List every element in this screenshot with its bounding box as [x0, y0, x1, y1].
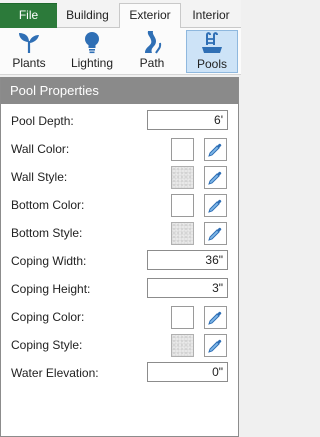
coping-style-label: Coping Style: [11, 338, 83, 352]
coping-color-picker[interactable] [204, 306, 227, 329]
eyedropper-icon [208, 143, 222, 157]
wall-style-swatch[interactable] [171, 166, 194, 189]
wall-color-label: Wall Color: [11, 142, 70, 156]
ribbon-toolbar: Plants Lighting Path Pools [0, 28, 241, 75]
wall-color-picker[interactable] [204, 138, 227, 161]
wall-style-picker[interactable] [204, 166, 227, 189]
eyedropper-icon [208, 311, 222, 325]
eyedropper-icon [208, 339, 222, 353]
bottom-style-swatch[interactable] [171, 222, 194, 245]
lighting-label: Lighting [70, 56, 114, 70]
eyedropper-icon [208, 171, 222, 185]
coping-color-swatch[interactable] [171, 306, 194, 329]
pool-depth-label: Pool Depth: [11, 114, 74, 128]
pool-ladder-icon [202, 32, 222, 53]
bottom-color-swatch[interactable] [171, 194, 194, 217]
pools-label: Pools [196, 57, 228, 71]
plants-button[interactable]: Plants [4, 30, 54, 73]
coping-height-label: Coping Height: [11, 282, 91, 296]
tab-exterior[interactable]: Exterior [119, 3, 181, 29]
bottom-color-picker[interactable] [204, 194, 227, 217]
wall-color-swatch[interactable] [171, 138, 194, 161]
coping-style-picker[interactable] [204, 334, 227, 357]
eyedropper-icon [208, 199, 222, 213]
eyedropper-icon [208, 227, 222, 241]
tab-file[interactable]: File [0, 3, 57, 28]
tab-interior[interactable]: Interior [181, 4, 241, 28]
bottom-style-label: Bottom Style: [11, 226, 83, 240]
path-button[interactable]: Path [124, 30, 180, 73]
plants-label: Plants [12, 56, 46, 70]
coping-color-label: Coping Color: [11, 310, 85, 324]
pool-depth-input[interactable]: 6' [147, 110, 228, 130]
lighting-button[interactable]: Lighting [64, 30, 120, 73]
pools-button[interactable]: Pools [186, 30, 238, 73]
water-elevation-label: Water Elevation: [11, 366, 99, 380]
pool-properties-panel: Pool Properties Pool Depth: 6' Wall Colo… [0, 77, 239, 437]
wall-style-label: Wall Style: [11, 170, 68, 184]
sprout-icon [19, 33, 39, 53]
coping-width-label: Coping Width: [11, 254, 87, 268]
path-label: Path [139, 56, 165, 70]
panel-title: Pool Properties [1, 77, 238, 104]
bottom-color-label: Bottom Color: [11, 198, 85, 212]
coping-width-input[interactable]: 36" [147, 250, 228, 270]
coping-height-input[interactable]: 3" [147, 278, 228, 298]
water-elevation-input[interactable]: 0" [147, 362, 228, 382]
coping-style-swatch[interactable] [171, 334, 194, 357]
path-icon [145, 31, 162, 54]
ribbon-tab-strip: File Building Exterior Interior [0, 0, 241, 29]
lightbulb-icon [85, 32, 99, 54]
bottom-style-picker[interactable] [204, 222, 227, 245]
tab-building[interactable]: Building [57, 4, 118, 28]
